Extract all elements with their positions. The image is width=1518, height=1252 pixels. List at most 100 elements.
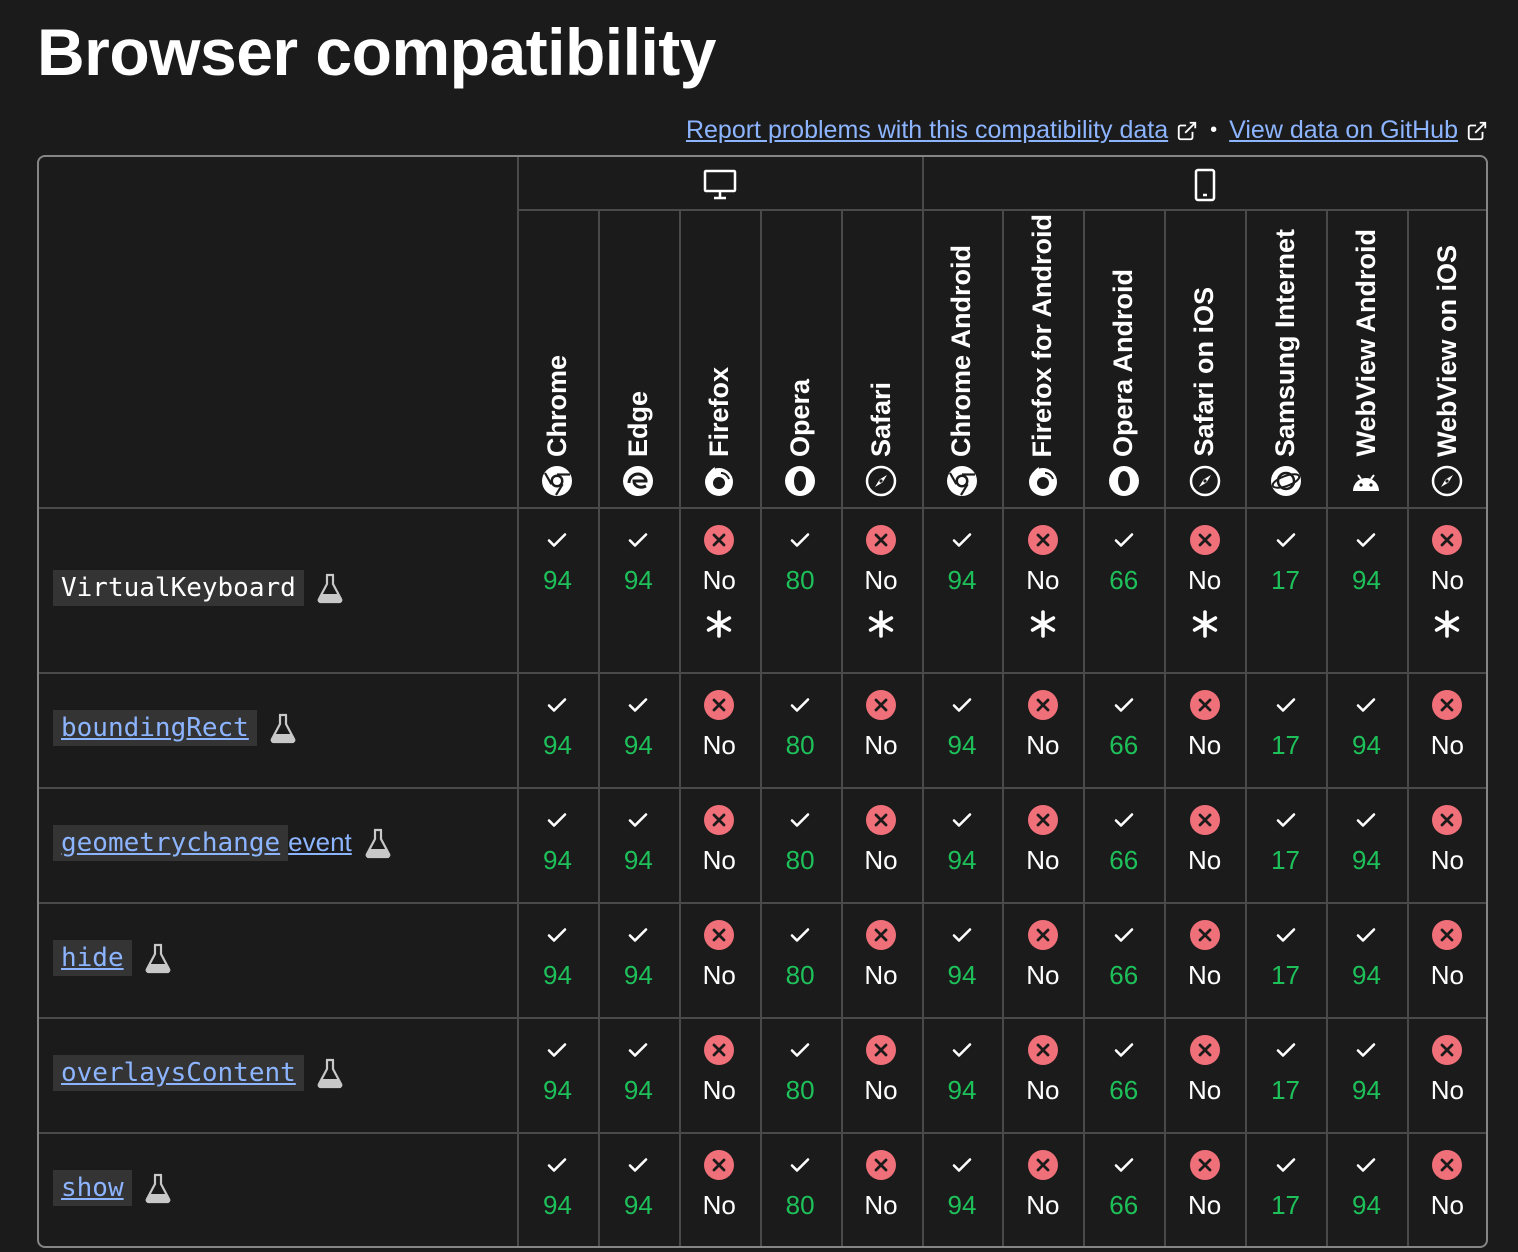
support-cell[interactable]: No xyxy=(679,1150,760,1220)
support-cell[interactable]: No xyxy=(841,920,922,990)
support-cell[interactable]: 66 xyxy=(1083,920,1164,990)
support-cell[interactable]: No xyxy=(1164,805,1245,875)
support-cell[interactable]: 17 xyxy=(1245,1150,1326,1220)
support-cell[interactable]: No xyxy=(1002,805,1083,875)
not-supported-label: No xyxy=(1430,565,1464,595)
cross-circle-icon xyxy=(1027,1150,1058,1180)
version-added: 94 xyxy=(623,1190,653,1220)
support-cell[interactable]: No xyxy=(1407,1150,1486,1220)
support-cell[interactable]: 17 xyxy=(1245,690,1326,760)
not-supported-label: No xyxy=(1430,730,1464,760)
support-cell[interactable]: No xyxy=(1164,690,1245,760)
support-cell[interactable]: No xyxy=(841,690,922,760)
support-cell[interactable]: 80 xyxy=(760,920,841,990)
support-cell[interactable]: 80 xyxy=(760,1150,841,1220)
support-cell[interactable]: 66 xyxy=(1083,690,1164,760)
support-cell[interactable]: 80 xyxy=(760,525,841,595)
support-cell[interactable]: No xyxy=(1002,920,1083,990)
support-cell[interactable]: 17 xyxy=(1245,920,1326,990)
support-cell[interactable]: No xyxy=(679,1035,760,1105)
support-cell[interactable]: 66 xyxy=(1083,525,1164,595)
support-cell[interactable]: 17 xyxy=(1245,525,1326,595)
cross-circle-icon xyxy=(1189,1150,1220,1180)
feature-name[interactable]: boundingRect xyxy=(53,709,257,746)
support-cell[interactable]: No xyxy=(841,525,922,639)
support-cell[interactable]: 94 xyxy=(598,1150,679,1220)
support-cell[interactable]: No xyxy=(1407,805,1486,875)
support-cell[interactable]: 94 xyxy=(517,1035,598,1105)
support-cell[interactable]: 94 xyxy=(922,920,1003,990)
support-cell[interactable]: 94 xyxy=(517,525,598,595)
feature-name[interactable]: overlaysContent xyxy=(53,1054,304,1091)
support-cell[interactable]: 94 xyxy=(1326,805,1407,875)
view-github-link[interactable]: View data on GitHub xyxy=(1229,116,1458,145)
support-cell[interactable]: 94 xyxy=(1326,690,1407,760)
support-cell[interactable]: 80 xyxy=(760,1035,841,1105)
check-icon xyxy=(1114,813,1134,827)
support-cell[interactable]: No xyxy=(679,920,760,990)
support-cell[interactable]: 94 xyxy=(922,805,1003,875)
support-cell[interactable]: No xyxy=(679,525,760,639)
support-cell[interactable]: 94 xyxy=(922,525,1003,595)
support-cell[interactable]: 94 xyxy=(598,920,679,990)
support-cell[interactable]: No xyxy=(1164,920,1245,990)
version-added: 94 xyxy=(623,1075,653,1105)
support-cell[interactable]: 80 xyxy=(760,690,841,760)
browser-header-webview-android: WebView Android xyxy=(1326,212,1407,505)
support-cell[interactable]: No xyxy=(841,805,922,875)
check-icon xyxy=(1114,1043,1134,1057)
support-cell[interactable]: 94 xyxy=(1326,1150,1407,1220)
support-cell[interactable]: No xyxy=(1164,1150,1245,1220)
browser-header-opera: Opera xyxy=(760,212,841,505)
version-added: 94 xyxy=(542,960,572,990)
support-cell[interactable]: 17 xyxy=(1245,805,1326,875)
support-cell[interactable]: 94 xyxy=(1326,920,1407,990)
not-supported-label: No xyxy=(1026,730,1060,760)
browser-header-chrome: Chrome xyxy=(517,212,598,505)
support-cell[interactable]: No xyxy=(1407,920,1486,990)
support-cell[interactable]: 80 xyxy=(760,805,841,875)
feature-suffix[interactable]: event xyxy=(288,827,352,858)
support-cell[interactable]: 94 xyxy=(1326,1035,1407,1105)
report-problems-link[interactable]: Report problems with this compatibility … xyxy=(686,116,1168,145)
support-cell[interactable]: 94 xyxy=(598,525,679,595)
support-cell[interactable]: No xyxy=(841,1150,922,1220)
support-cell[interactable]: 66 xyxy=(1083,1035,1164,1105)
support-cell[interactable]: 94 xyxy=(598,805,679,875)
browser-name: Opera xyxy=(784,378,815,457)
feature-name[interactable]: show xyxy=(53,1170,132,1206)
support-cell[interactable]: 94 xyxy=(922,1035,1003,1105)
browser-name: Chrome Android xyxy=(946,245,977,457)
support-cell[interactable]: No xyxy=(1002,690,1083,760)
support-cell[interactable]: No xyxy=(1164,1035,1245,1105)
support-cell[interactable]: 17 xyxy=(1245,1035,1326,1105)
support-cell[interactable]: No xyxy=(679,805,760,875)
support-cell[interactable]: 94 xyxy=(517,920,598,990)
support-cell[interactable]: No xyxy=(841,1035,922,1105)
feature-name[interactable]: geometrychange xyxy=(53,824,289,861)
support-cell[interactable]: No xyxy=(1407,690,1486,760)
support-cell[interactable]: No xyxy=(1002,1035,1083,1105)
browser-header-safari: Safari xyxy=(841,212,922,505)
check-icon xyxy=(629,698,648,712)
support-cell[interactable]: No xyxy=(1407,1035,1486,1105)
support-cell[interactable]: 66 xyxy=(1083,1150,1164,1220)
support-cell[interactable]: 94 xyxy=(517,690,598,760)
support-cell[interactable]: No xyxy=(1164,525,1245,639)
support-cell[interactable]: 66 xyxy=(1083,805,1164,875)
support-cell[interactable]: No xyxy=(1002,525,1083,639)
support-cell[interactable]: 94 xyxy=(517,1150,598,1220)
cross-circle-icon xyxy=(1189,920,1220,950)
cross-circle-icon xyxy=(1189,805,1220,835)
support-cell[interactable]: 94 xyxy=(598,690,679,760)
support-cell[interactable]: 94 xyxy=(922,1150,1003,1220)
version-added: 94 xyxy=(1351,960,1381,990)
support-cell[interactable]: 94 xyxy=(517,805,598,875)
support-cell[interactable]: 94 xyxy=(1326,525,1407,595)
support-cell[interactable]: No xyxy=(1002,1150,1083,1220)
support-cell[interactable]: No xyxy=(1407,525,1486,639)
feature-name[interactable]: hide xyxy=(53,939,132,976)
support-cell[interactable]: 94 xyxy=(598,1035,679,1105)
support-cell[interactable]: No xyxy=(679,690,760,760)
support-cell[interactable]: 94 xyxy=(922,690,1003,760)
